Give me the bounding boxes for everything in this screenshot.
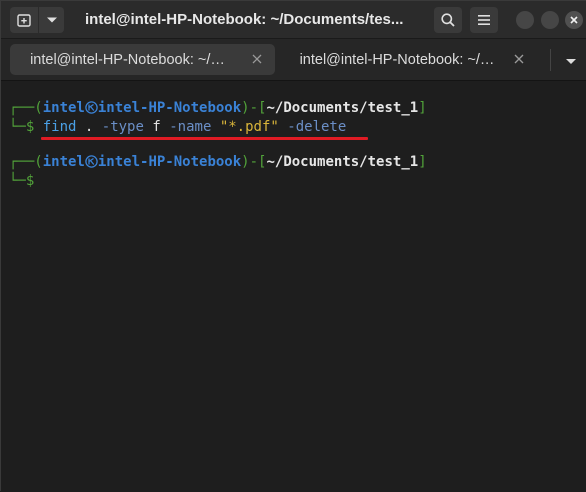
prompt-host: intel-HP-Notebook: [97, 100, 242, 116]
prompt-frame: ]: [418, 100, 427, 116]
new-tab-icon: [17, 14, 31, 27]
search-icon: [441, 13, 455, 27]
new-tab-dropdown-button[interactable]: [38, 7, 64, 33]
command-name: find: [42, 119, 77, 135]
prompt-frame: ]: [418, 154, 427, 170]
tab-bar: intel@intel-HP-Notebook: ~/… intel@intel…: [1, 39, 586, 81]
command-line: └─$ find . -type f -name "*.pdf" -delete: [9, 118, 346, 136]
command-option: -type: [101, 119, 144, 135]
prompt-frame: ┌──(: [9, 154, 43, 170]
terminal-window: intel@intel-HP-Notebook: ~/Documents/tes…: [0, 0, 586, 492]
prompt-line: ┌──(intel intel-HP-Notebook)-[~/Documents…: [9, 99, 427, 117]
chevron-down-icon: [46, 17, 57, 23]
maximize-button[interactable]: [541, 11, 559, 29]
tab-label: intel@intel-HP-Notebook: ~/…: [30, 51, 225, 68]
prompt-frame: └─: [9, 119, 26, 135]
prompt-frame: )-[: [241, 100, 267, 116]
prompt-path: ~/Documents/test_1: [266, 154, 419, 170]
prompt-dollar: $: [25, 173, 35, 189]
close-icon[interactable]: [251, 53, 263, 65]
kali-dragon-icon: [85, 101, 98, 114]
command-option: -delete: [287, 119, 347, 135]
prompt-user: intel: [42, 100, 85, 116]
tabs-dropdown-icon[interactable]: [565, 58, 577, 65]
tab-2[interactable]: intel@intel-HP-Notebook: ~/…: [287, 44, 537, 75]
close-window-button[interactable]: [565, 11, 583, 29]
minimize-button[interactable]: [516, 11, 534, 29]
header-bar: intel@intel-HP-Notebook: ~/Documents/tes…: [1, 1, 586, 39]
terminal-output[interactable]: ┌──(intel intel-HP-Notebook)-[~/Documents…: [1, 81, 586, 492]
prompt-line: ┌──(intel intel-HP-Notebook)-[~/Documents…: [9, 153, 427, 171]
prompt-host: intel-HP-Notebook: [97, 154, 242, 170]
search-button[interactable]: [434, 7, 462, 33]
prompt-dollar: $: [25, 119, 35, 135]
command-arg: f: [152, 119, 161, 135]
prompt-path: ~/Documents/test_1: [266, 100, 419, 116]
prompt-user: intel: [42, 154, 85, 170]
command-string: "*.pdf": [219, 119, 279, 135]
menu-button[interactable]: [470, 7, 498, 33]
tab-separator: [550, 49, 551, 71]
hamburger-menu-icon: [478, 15, 490, 25]
close-icon: [570, 16, 578, 24]
cursor-line: └─$: [9, 172, 34, 190]
prompt-frame: └─: [9, 173, 26, 189]
prompt-frame: ┌──(: [9, 100, 43, 116]
close-icon[interactable]: [513, 53, 525, 65]
tab-label: intel@intel-HP-Notebook: ~/…: [299, 51, 495, 68]
new-tab-button[interactable]: [10, 7, 38, 33]
command-option: -name: [169, 119, 212, 135]
prompt-frame: )-[: [241, 154, 267, 170]
highlight-underline: [41, 137, 368, 140]
window-title: intel@intel-HP-Notebook: ~/Documents/tes…: [85, 11, 404, 28]
tab-1[interactable]: intel@intel-HP-Notebook: ~/…: [10, 44, 275, 75]
command-arg: .: [84, 119, 94, 135]
kali-dragon-icon: [85, 155, 98, 168]
